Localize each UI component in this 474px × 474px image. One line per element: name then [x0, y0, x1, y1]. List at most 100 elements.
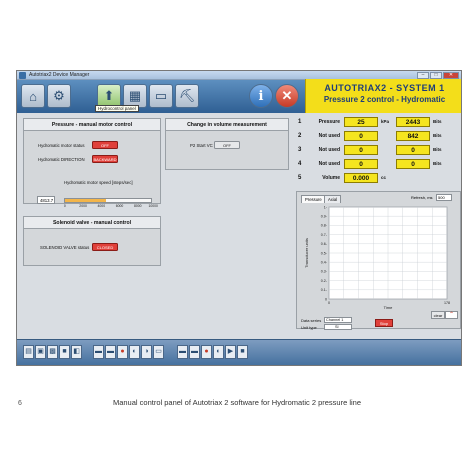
y-tick-label: 1- — [324, 205, 328, 209]
footer-group-2: ▬ ▬ ● ◐ ◑ ▭ — [93, 345, 164, 360]
solenoid-valve-panel: Solenoid valve - manual control SOLENOID… — [23, 216, 161, 266]
chart-svg: 0 0.1- 0.2- 0.3- 0.4- 0.5- 0.6- 0.7- 0.8- 0.9- 1- 0… — [304, 205, 450, 310]
window-title: Autotriax2 Device Manager — [29, 72, 90, 78]
motor-status-label: Hydromatic motor status — [38, 143, 85, 148]
y-axis-label: Transducer units — [304, 238, 309, 268]
footer-icon[interactable]: ● — [117, 345, 128, 359]
speed-tick: 4000 — [97, 204, 106, 208]
maximize-button[interactable]: □ — [430, 72, 442, 79]
info-icon[interactable]: i — [249, 84, 273, 108]
minimize-button[interactable]: – — [417, 72, 429, 79]
footer-icon[interactable]: ▶ — [225, 345, 236, 359]
refresh-label: Refresh, ms — [411, 195, 433, 200]
readout-number: 3 — [298, 147, 302, 153]
footer-icon[interactable]: ◐ — [129, 345, 140, 359]
y-tick-label: 0.8- — [321, 224, 328, 228]
computer-icon[interactable]: ▭ — [149, 84, 173, 108]
readout-value: 0 — [344, 145, 378, 155]
screenshot-window: Autotriax2 Device Manager – □ ✕ ⌂ ⚙ ⬆ ▦ … — [16, 70, 462, 366]
footer-icon[interactable]: ▤ — [23, 345, 34, 359]
footer-icon[interactable]: ◧ — [71, 345, 82, 359]
footer-icon[interactable]: ▬ — [93, 345, 104, 359]
solenoid-status-label: SOLENOID VALVE status — [40, 245, 90, 250]
motor-direction-button[interactable]: BACKWARD — [92, 155, 118, 163]
volume-start-button[interactable]: OFF — [214, 141, 240, 149]
footer-icon[interactable]: ◐ — [213, 345, 224, 359]
footer-icon[interactable]: ■ — [59, 345, 70, 359]
readout-bits-value: 0 — [396, 145, 430, 155]
figure-caption: Manual control panel of Autotriax 2 soft… — [112, 398, 362, 407]
footer-icon[interactable]: ● — [201, 345, 212, 359]
readout-row: 1 Pressure 25 kPa 2443 Bits — [296, 117, 461, 130]
readout-row: 3 Not used 0 0 Bits — [296, 145, 461, 158]
y-tick-label: 0.3- — [321, 270, 328, 274]
motor-speed-slider[interactable] — [64, 198, 152, 203]
speed-tick: 2000 — [79, 204, 87, 208]
readout-number: 2 — [298, 133, 302, 139]
home-icon[interactable]: ⌂ — [21, 84, 45, 108]
y-tick-label: 0.9- — [321, 215, 328, 219]
binoculars-icon[interactable]: ⛏ — [175, 84, 199, 108]
footer-group-3: ▬ ▬ ● ◐ ▶ ■ — [177, 345, 248, 360]
readout-number: 1 — [298, 119, 302, 125]
readout-number: 4 — [298, 161, 302, 167]
unit-type-label: Unit type — [301, 325, 317, 330]
footer-group-1: ▤ ▣ ▩ ■ ◧ — [23, 345, 82, 360]
readout-name: Volume — [322, 175, 340, 181]
window-controls: – □ ✕ — [417, 72, 459, 79]
readout-value: 0 — [344, 159, 378, 169]
data-series-label: Data series — [301, 318, 322, 323]
system-title: AUTOTRIAX2 - SYSTEM 1 — [324, 83, 445, 93]
motor-speed-label: Hydromatic motor speed [steps/sec] — [64, 180, 133, 185]
volume-start-label: P2 Start VC — [190, 143, 213, 148]
clear-button[interactable]: clear — [431, 311, 445, 319]
y-tick-label: 0.2- — [321, 279, 328, 283]
motor-speed-input[interactable]: 4813.7 — [37, 196, 55, 204]
settings-gear-icon[interactable]: ⚙ — [47, 84, 71, 108]
footer-icon[interactable]: ■ — [237, 345, 248, 359]
data-series-select[interactable]: Channel 1 — [324, 317, 352, 323]
solenoid-status-button[interactable]: CLOSED — [92, 243, 118, 251]
footer-icon[interactable]: ▬ — [177, 345, 188, 359]
app-icon — [19, 72, 26, 79]
readout-bits-value: 842 — [396, 131, 430, 141]
motor-control-panel: Pressure - manual motor control Hydromat… — [23, 118, 161, 204]
close-window-button[interactable]: ✕ — [443, 72, 459, 79]
stop-button[interactable]: Stop — [375, 319, 393, 327]
speed-tick: 10000 — [148, 204, 158, 208]
footer-icon[interactable]: ▣ — [35, 345, 46, 359]
y-tick-label: 0.5- — [321, 251, 328, 255]
tab-axial[interactable]: Axial — [324, 195, 342, 203]
close-cross-icon[interactable]: ✕ — [275, 84, 299, 108]
readout-bits-unit: Bits — [433, 161, 442, 166]
y-tick-label: 0.7- — [321, 233, 328, 237]
y-tick-label: 0.1- — [321, 288, 328, 292]
readout-bits-unit: Bits — [433, 119, 442, 124]
footer-icon[interactable]: ◑ — [141, 345, 152, 359]
unit-type-select[interactable]: SI — [324, 324, 352, 330]
volume-measurement-panel: Change in volume measurement P2 Start VC… — [165, 118, 289, 170]
readout-row: 5 Volume 0.000 cc — [296, 173, 461, 186]
readout-row: 2 Not used 0 842 Bits — [296, 131, 461, 144]
chevron-up-icon[interactable]: ⌃ — [445, 311, 458, 319]
footer-icon[interactable]: ▬ — [189, 345, 200, 359]
solenoid-panel-title: Solenoid valve - manual control — [24, 217, 160, 229]
refresh-select[interactable]: 500 — [436, 194, 452, 201]
readout-row: 4 Not used 0 0 Bits — [296, 159, 461, 172]
readout-unit: cc — [381, 175, 387, 180]
footer-icon[interactable]: ▬ — [105, 345, 116, 359]
x-tick-label: 178 — [444, 301, 450, 305]
readout-bits-value: 0 — [396, 159, 430, 169]
motor-status-button[interactable]: OFF — [92, 141, 118, 149]
readout-bits-unit: Bits — [433, 147, 442, 152]
motor-speed-ticks: 0 2000 4000 6000 8000 10000 — [61, 204, 158, 210]
tab-pressure[interactable]: Pressure — [301, 195, 326, 203]
footer-icon[interactable]: ▩ — [47, 345, 58, 359]
readout-unit: kPa — [381, 119, 390, 124]
x-axis-label: Time — [384, 305, 394, 310]
speed-tick: 0 — [63, 204, 66, 208]
motor-panel-title: Pressure - manual motor control — [24, 119, 160, 131]
toolbar-tooltip: Hydrocontrol panel — [95, 105, 139, 112]
footer-icon[interactable]: ▭ — [153, 345, 164, 359]
y-tick-label: 0.4- — [321, 261, 328, 265]
